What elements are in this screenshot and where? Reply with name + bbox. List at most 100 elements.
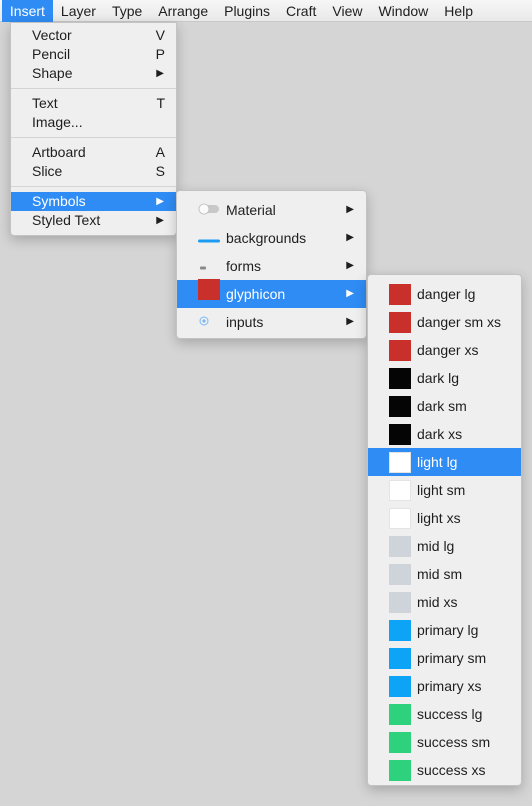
symbol-item-mid-sm[interactable]: mid sm	[368, 560, 521, 588]
symbol-item-success-sm[interactable]: success sm	[368, 728, 521, 756]
menu-item-label: danger xs	[417, 342, 479, 358]
submenu-item-material[interactable]: Material ▶	[177, 196, 366, 224]
menu-item-label: Vector	[32, 27, 72, 43]
menu-item-vector[interactable]: Vector V	[11, 26, 176, 45]
menubar-item-insert[interactable]: Insert	[1, 0, 53, 22]
submenu-item-forms[interactable]: forms ▶	[177, 252, 366, 280]
menubar-item-help[interactable]: Help	[436, 0, 481, 22]
menu-item-label: primary xs	[417, 678, 482, 694]
menu-item-image[interactable]: Image...	[11, 113, 176, 132]
symbol-item-success-lg[interactable]: success lg	[368, 700, 521, 728]
menubar-item-window[interactable]: Window	[370, 0, 436, 22]
color-swatch-icon	[389, 648, 411, 669]
menu-item-label: backgrounds	[226, 230, 307, 246]
menu-item-pencil[interactable]: Pencil P	[11, 45, 176, 64]
color-swatch-icon	[389, 536, 411, 557]
menu-item-label: primary lg	[417, 622, 479, 638]
color-swatch-icon	[389, 704, 411, 725]
symbol-item-light-xs[interactable]: light xs	[368, 504, 521, 532]
color-swatch-icon	[389, 620, 411, 641]
submenu-item-inputs[interactable]: inputs ▶	[177, 308, 366, 336]
color-swatch-icon	[389, 760, 411, 781]
menu-item-label: success sm	[417, 734, 491, 750]
menu-item-artboard[interactable]: Artboard A	[11, 143, 176, 162]
toggle-icon	[198, 196, 220, 224]
insert-menu: Vector V Pencil P Shape ▶ Text T Image..…	[10, 22, 177, 236]
color-swatch-icon	[389, 592, 411, 613]
symbol-item-danger-xs[interactable]: danger xs	[368, 336, 521, 364]
color-swatch-icon	[389, 452, 411, 473]
submenu-arrow-icon: ▶	[346, 204, 354, 215]
menu-item-label: light sm	[417, 482, 466, 498]
glyphicon-submenu: danger lg danger sm xs danger xs dark lg…	[367, 274, 522, 786]
menu-separator	[11, 186, 176, 187]
symbol-item-light-lg[interactable]: light lg	[368, 448, 521, 476]
symbol-item-danger-lg[interactable]: danger lg	[368, 280, 521, 308]
submenu-arrow-icon: ▶	[346, 232, 354, 243]
symbol-item-dark-xs[interactable]: dark xs	[368, 420, 521, 448]
submenu-item-backgrounds[interactable]: backgrounds ▶	[177, 224, 366, 252]
menu-item-label: inputs	[226, 314, 264, 330]
menu-item-slice[interactable]: Slice S	[11, 162, 176, 181]
menubar-item-craft[interactable]: Craft	[278, 0, 324, 22]
submenu-arrow-icon: ▶	[346, 316, 354, 327]
submenu-arrow-icon: ▶	[156, 215, 164, 226]
menu-item-label: light lg	[417, 454, 458, 470]
submenu-arrow-icon: ▶	[156, 196, 164, 207]
symbol-item-dark-sm[interactable]: dark sm	[368, 392, 521, 420]
menu-item-label: primary sm	[417, 650, 487, 666]
color-swatch-icon	[389, 340, 411, 361]
submenu-arrow-icon: ▶	[156, 68, 164, 79]
color-swatch-icon	[389, 676, 411, 697]
symbol-item-dark-lg[interactable]: dark lg	[368, 364, 521, 392]
menu-item-label: Artboard	[32, 144, 86, 160]
color-swatch-icon	[389, 396, 411, 417]
shortcut-label: S	[155, 163, 165, 179]
menu-item-text[interactable]: Text T	[11, 94, 176, 113]
submenu-arrow-icon: ▶	[346, 260, 354, 271]
menu-item-label: dark lg	[417, 370, 460, 386]
menu-item-label: danger sm xs	[417, 314, 502, 330]
symbol-item-mid-lg[interactable]: mid lg	[368, 532, 521, 560]
color-swatch-icon	[389, 480, 411, 501]
menubar-item-type[interactable]: Type	[104, 0, 150, 22]
color-swatch-icon	[389, 424, 411, 445]
radio-icon	[198, 308, 220, 336]
symbol-item-primary-xs[interactable]: primary xs	[368, 672, 521, 700]
menu-item-label: Text	[32, 95, 58, 111]
color-swatch-icon	[389, 368, 411, 389]
symbol-item-light-sm[interactable]: light sm	[368, 476, 521, 504]
red-swatch-icon	[198, 279, 220, 309]
symbol-item-primary-sm[interactable]: primary sm	[368, 644, 521, 672]
symbol-item-primary-lg[interactable]: primary lg	[368, 616, 521, 644]
submenu-item-glyphicon[interactable]: glyphicon ▶	[177, 279, 366, 309]
menu-item-styled-text[interactable]: Styled Text ▶	[11, 211, 176, 230]
menubar-item-layer[interactable]: Layer	[53, 0, 104, 22]
menu-item-symbols[interactable]: Symbols ▶	[11, 192, 176, 211]
small-bar-icon	[198, 252, 220, 280]
menu-item-label: Material	[226, 202, 276, 218]
menu-item-label: mid lg	[417, 538, 455, 554]
menu-item-label: Slice	[32, 163, 63, 179]
symbol-item-danger-sm-xs[interactable]: danger sm xs	[368, 308, 521, 336]
menu-item-label: dark sm	[417, 398, 467, 414]
menu-item-label: Styled Text	[32, 212, 101, 228]
menu-item-label: mid xs	[417, 594, 458, 610]
shortcut-label: P	[155, 46, 165, 62]
menu-item-shape[interactable]: Shape ▶	[11, 64, 176, 83]
menu-item-label: Shape	[32, 65, 73, 81]
symbol-item-success-xs[interactable]: success xs	[368, 756, 521, 784]
menu-item-label: light xs	[417, 510, 461, 526]
submenu-arrow-icon: ▶	[346, 288, 354, 299]
menu-item-label: danger lg	[417, 286, 476, 302]
menubar: t Insert Layer Type Arrange Plugins Craf…	[0, 0, 532, 22]
color-swatch-icon	[389, 564, 411, 585]
menubar-item-plugins[interactable]: Plugins	[216, 0, 278, 22]
menu-item-label: success lg	[417, 706, 483, 722]
menu-item-label: Symbols	[32, 193, 86, 209]
menubar-item-view[interactable]: View	[324, 0, 370, 22]
menu-item-label: Pencil	[32, 46, 71, 62]
menu-separator	[11, 88, 176, 89]
menubar-item-arrange[interactable]: Arrange	[150, 0, 216, 22]
symbol-item-mid-xs[interactable]: mid xs	[368, 588, 521, 616]
